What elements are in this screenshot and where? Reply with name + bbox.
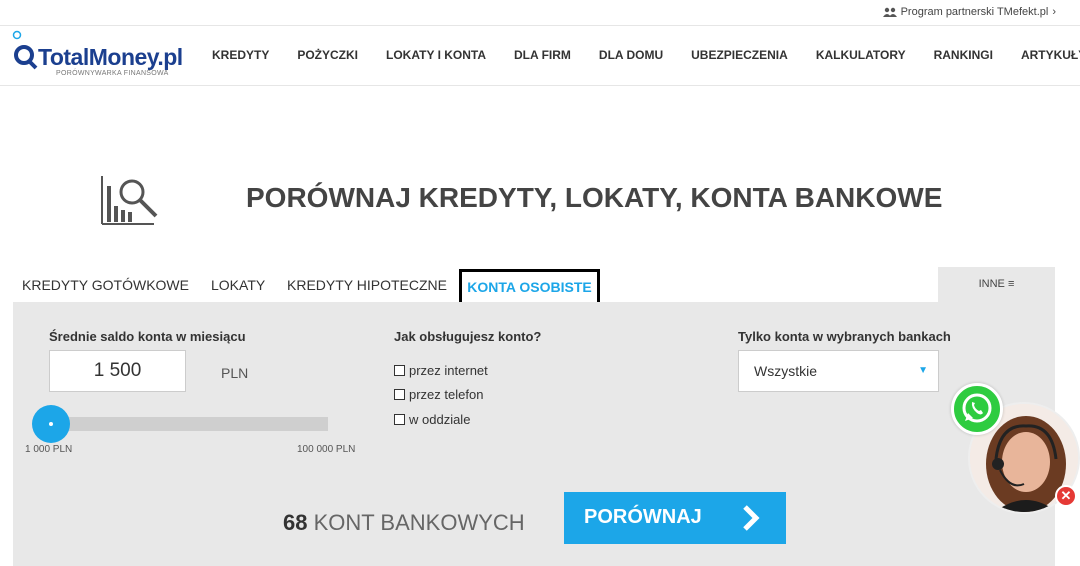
hero: PORÓWNAJ KREDYTY, LOKATY, KONTA BANKOWE bbox=[98, 170, 998, 230]
page-title: PORÓWNAJ KREDYTY, LOKATY, KONTA BANKOWE bbox=[246, 182, 943, 213]
result-count-label: KONT BANKOWYCH bbox=[307, 510, 525, 535]
saldo-input[interactable]: 1 500 bbox=[49, 350, 186, 392]
slider-max-label: 100 000 PLN bbox=[297, 444, 356, 455]
tab-kredyty-gotowkowe[interactable]: KREDYTY GOTÓWKOWE bbox=[22, 277, 189, 293]
saldo-label: Średnie saldo konta w miesiącu bbox=[49, 329, 246, 344]
nav-item-pozyczki[interactable]: POŻYCZKI bbox=[297, 48, 358, 62]
search-form: Średnie saldo konta w miesiącu 1 500 PLN… bbox=[13, 302, 1055, 566]
nav-item-lokaty-i-konta[interactable]: LOKATY I KONTA bbox=[386, 48, 486, 62]
checkbox-telefon-label: przez telefon bbox=[409, 387, 484, 402]
checkbox-internet-label: przez internet bbox=[409, 363, 488, 378]
chart-search-icon bbox=[101, 176, 158, 225]
result-count: 68 KONT BANKOWYCH bbox=[283, 510, 525, 536]
partner-program-link[interactable]: Program partnerski TMefekt.pl › bbox=[882, 6, 1056, 18]
checkbox-icon[interactable] bbox=[394, 389, 405, 400]
header: TotalMoney.pl PORÓWNYWARKA FINANSOWA KRE… bbox=[0, 26, 1080, 86]
nav-item-artykuly[interactable]: ARTYKUŁY bbox=[1021, 48, 1080, 62]
main-nav: KREDYTY POŻYCZKI LOKATY I KONTA DLA FIRM… bbox=[212, 48, 1080, 62]
logo[interactable]: TotalMoney.pl PORÓWNYWARKA FINANSOWA bbox=[12, 30, 197, 84]
nav-item-dla-firm[interactable]: DLA FIRM bbox=[514, 48, 571, 62]
nav-item-dla-domu[interactable]: DLA DOMU bbox=[599, 48, 663, 62]
slider-min-label: 1 000 PLN bbox=[25, 444, 73, 455]
chevron-right-icon: › bbox=[1052, 6, 1056, 18]
tab-konta-osobiste[interactable]: KONTA OSOBISTE bbox=[459, 269, 600, 305]
whatsapp-button[interactable] bbox=[951, 383, 1003, 435]
saldo-slider-track[interactable] bbox=[53, 417, 328, 431]
chevron-right-icon bbox=[743, 505, 760, 531]
nav-item-ubezpieczenia[interactable]: UBEZPIECZENIA bbox=[691, 48, 788, 62]
checkbox-icon[interactable] bbox=[394, 414, 405, 425]
product-tabs: KREDYTY GOTÓWKOWE LOKATY KREDYTY HIPOTEC… bbox=[13, 267, 1055, 305]
close-icon[interactable]: ✕ bbox=[1055, 485, 1077, 507]
tab-lokaty[interactable]: LOKATY bbox=[211, 277, 265, 293]
tab-more-menu[interactable]: INNE ≡ bbox=[938, 267, 1055, 302]
service-label: Jak obsługujesz konto? bbox=[394, 329, 542, 344]
compare-button-label: PORÓWNAJ bbox=[584, 506, 702, 528]
saldo-unit: PLN bbox=[221, 365, 249, 381]
checkbox-internet[interactable]: przez internet bbox=[394, 363, 488, 378]
logo-tagline: PORÓWNYWARKA FINANSOWA bbox=[56, 70, 169, 77]
tab-kredyty-hipoteczne[interactable]: KREDYTY HIPOTECZNE bbox=[287, 277, 447, 293]
whatsapp-icon bbox=[962, 393, 992, 423]
checkbox-oddzial[interactable]: w oddziale bbox=[394, 412, 470, 427]
saldo-slider-handle[interactable] bbox=[32, 405, 70, 443]
caret-down-icon: ▼ bbox=[918, 365, 928, 376]
checkbox-oddzial-label: w oddziale bbox=[409, 412, 471, 427]
nav-item-kredyty[interactable]: KREDYTY bbox=[212, 48, 269, 62]
partner-program-label: Program partnerski TMefekt.pl bbox=[900, 6, 1049, 18]
logo-text: TotalMoney.pl bbox=[38, 44, 183, 70]
checkbox-icon[interactable] bbox=[394, 365, 405, 376]
banks-select-value: Wszystkie bbox=[754, 363, 817, 379]
nav-item-rankingi[interactable]: RANKINGI bbox=[934, 48, 993, 62]
checkbox-telefon[interactable]: przez telefon bbox=[394, 387, 483, 402]
compare-button[interactable]: PORÓWNAJ bbox=[564, 492, 786, 544]
nav-item-kalkulatory[interactable]: KALKULATORY bbox=[816, 48, 906, 62]
result-count-number: 68 bbox=[283, 510, 308, 535]
top-bar: Program partnerski TMefekt.pl › bbox=[0, 0, 1080, 26]
users-icon bbox=[882, 7, 897, 17]
banks-select[interactable]: Wszystkie ▼ bbox=[738, 350, 939, 392]
banks-label: Tylko konta w wybranych bankach bbox=[738, 329, 951, 344]
